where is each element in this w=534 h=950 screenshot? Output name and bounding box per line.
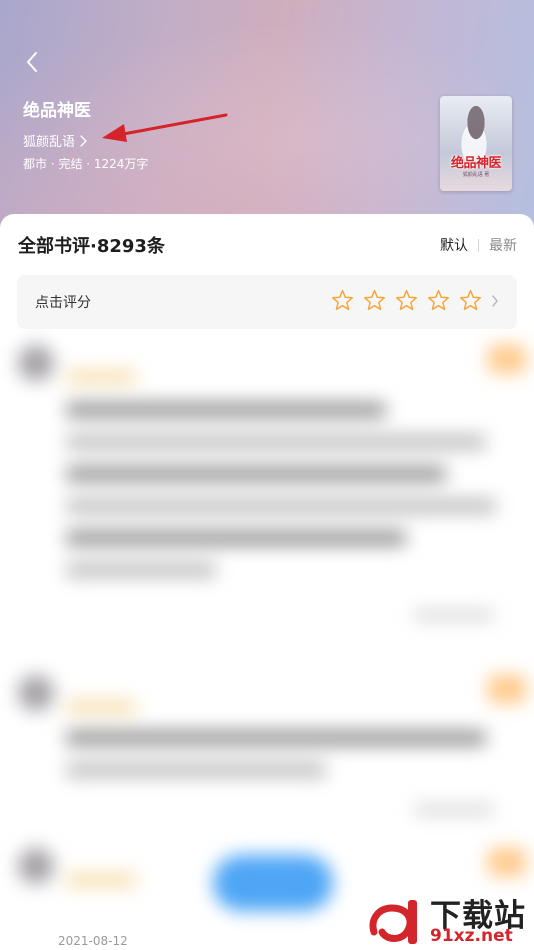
watermark-url: 91xz.net xyxy=(430,926,513,946)
review-date: 2021-08-12 xyxy=(58,934,128,948)
back-button[interactable] xyxy=(18,48,46,76)
avatar xyxy=(18,345,54,381)
book-meta: 都市 · 完结 · 1224万字 xyxy=(23,157,149,171)
floating-action-button xyxy=(213,855,333,911)
sort-divider xyxy=(478,238,479,252)
sort-latest-tab[interactable]: 最新 xyxy=(489,235,517,255)
badge-placeholder xyxy=(488,848,526,876)
chevron-right-icon xyxy=(80,134,87,147)
book-header: 绝品神医 狐颜乱语 都市 · 完结 · 1224万字 绝品神医 狐颜乱语 著 xyxy=(0,0,534,240)
text-line xyxy=(66,731,486,745)
badge-placeholder xyxy=(488,345,526,373)
text-line xyxy=(66,499,496,513)
chevron-right-icon xyxy=(492,295,498,307)
site-watermark: 下载站 91xz.net xyxy=(364,888,534,950)
rating-stars xyxy=(331,289,482,312)
sort-default-tab[interactable]: 默认 xyxy=(440,235,468,255)
text-line xyxy=(66,763,326,777)
cover-title: 绝品神医 xyxy=(450,156,502,171)
rate-box[interactable]: 点击评分 xyxy=(17,275,517,329)
star-icon[interactable] xyxy=(459,289,482,312)
review-meta xyxy=(414,610,494,620)
review-meta xyxy=(414,805,494,815)
author-link[interactable]: 狐颜乱语 xyxy=(23,131,87,150)
avatar xyxy=(18,848,54,884)
star-icon[interactable] xyxy=(427,289,450,312)
book-title: 绝品神医 xyxy=(23,101,91,121)
text-line xyxy=(66,435,486,449)
star-icon[interactable] xyxy=(363,289,386,312)
text-line xyxy=(66,403,386,417)
sort-toggle: 默认 最新 xyxy=(440,235,517,255)
book-cover[interactable]: 绝品神医 狐颜乱语 著 xyxy=(440,96,512,191)
star-icon[interactable] xyxy=(331,289,354,312)
avatar xyxy=(18,675,54,711)
username-placeholder xyxy=(66,371,136,383)
blurred-reviews xyxy=(8,335,534,950)
text-line xyxy=(66,531,406,545)
badge-placeholder xyxy=(488,675,526,703)
cover-author: 狐颜乱语 著 xyxy=(462,172,490,178)
watermark-logo-icon xyxy=(369,900,417,944)
author-name: 狐颜乱语 xyxy=(23,135,76,150)
username-placeholder xyxy=(66,874,136,886)
chevron-left-icon xyxy=(27,52,37,72)
reviews-title: 全部书评·8293条 xyxy=(18,236,165,257)
reviews-sheet: 全部书评·8293条 默认 最新 点击评分 2021-08-12 xyxy=(0,214,534,950)
text-line xyxy=(66,467,446,481)
rate-label: 点击评分 xyxy=(35,295,91,311)
star-icon[interactable] xyxy=(395,289,418,312)
annotation-arrow-icon xyxy=(102,113,228,142)
text-line xyxy=(66,563,216,577)
username-placeholder xyxy=(66,701,136,713)
